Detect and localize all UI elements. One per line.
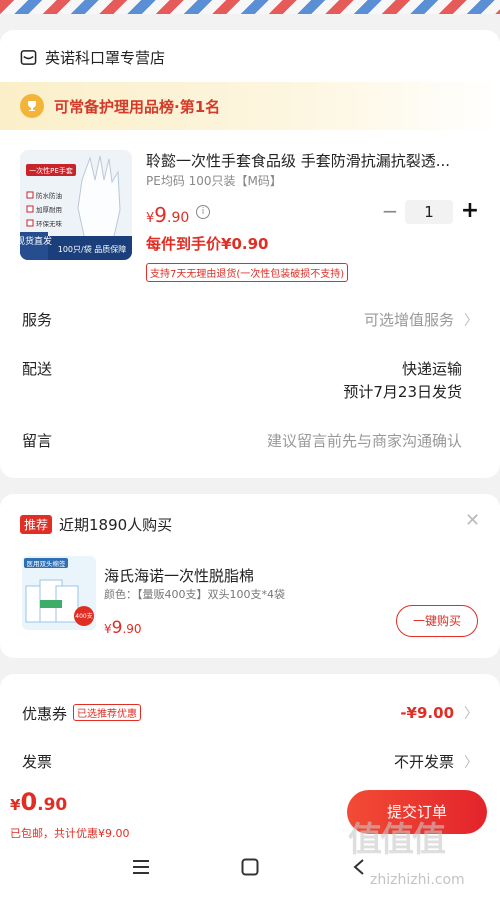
quantity-plus-button[interactable]: + [459,199,481,223]
recommendation-price-dec: .90 [122,622,142,636]
info-icon[interactable]: i [196,205,210,219]
chevron-right-icon: 〉 [464,313,478,329]
invoice-value: 不开发票 [393,753,454,771]
quantity-input[interactable]: 1 [405,200,453,224]
invoice-label: 发票 [22,753,53,771]
trophy-icon [20,94,44,118]
product-image-banner: 一次性PE手套 [29,166,73,175]
recommendation-price-int: 9 [111,618,123,638]
product-image-footer: 100只/袋 品质保障 [58,244,127,254]
delivery-label: 配送 [22,360,53,378]
watermark: 值值值 [348,820,446,860]
coupon-label: 优惠券 [22,705,68,723]
coupon-tag: 已选推荐优惠 [73,704,142,721]
recommendation-image[interactable]: 医用双头棉签 400支 [22,556,96,630]
return-policy-tag: 支持7天无理由退货(一次性包装破损不支持) [146,263,349,282]
quantity-minus-button[interactable]: − [380,200,400,224]
chevron-right-icon: 〉 [464,755,478,771]
product-price-dec: .90 [167,210,190,226]
rank-banner[interactable]: 可常备护理用品榜·第1名 [0,82,500,130]
delivery-value: 快递运输 [401,360,462,378]
store-name: 英诺科口罩专营店 [45,48,166,67]
service-row[interactable]: 可选增值服务〉 [364,309,478,330]
total-price-dec: .90 [37,795,68,815]
product-image-feature-2: 加厚耐用 [36,205,62,214]
total-price: ¥0.90 [10,788,67,816]
store-header[interactable]: 英诺科口罩专营店 [20,44,165,70]
store-icon [20,49,37,65]
message-input[interactable]: 建议留言前先与商家沟通确认 [267,430,462,451]
rank-text: 可常备护理用品榜·第1名 [54,97,221,116]
coupon-row-label: 优惠券 已选推荐优惠 [22,703,142,724]
delivery-date: 预计7月23日发货 [343,383,462,401]
home-icon[interactable] [241,858,259,880]
recommendation-image-banner: 医用双头棉签 [27,559,67,568]
recommendation-price-yen: ¥ [104,622,112,636]
total-price-int: 0 [20,788,38,816]
recommendation-title: 近期1890人购买 [59,516,173,534]
product-image-feature-3: 环保无味 [36,219,63,228]
recommendation-item-spec: 颜色：【量贩400支】双头100支*4袋 [104,588,285,601]
close-icon[interactable]: ✕ [465,510,480,531]
coupon-row[interactable]: -¥9.00 〉 [400,703,478,723]
product-image-feature-1: 防水防油 [36,191,62,200]
recommendation-image-badge: 400支 [75,612,92,620]
message-label: 留言 [22,432,53,450]
product-price-int: 9 [154,203,168,227]
unit-price: 每件到手价¥0.90 [146,235,269,253]
product-title[interactable]: 聆懿一次性手套食品级 手套防滑抗漏抗裂透... [146,150,476,171]
recommendation-price: ¥9.90 [104,618,142,638]
one-click-buy-button[interactable]: 一键购买 [396,605,478,637]
product-spec[interactable]: PE均码 100只装【M码】 [146,172,282,189]
chevron-right-icon: 〉 [464,706,478,722]
recommendation-item-name[interactable]: 海氏海诺一次性脱脂棉 [104,565,254,586]
coupon-value: -¥9.00 [400,704,454,722]
total-price-yen: ¥ [10,796,21,814]
recommend-badge: 推荐 [20,515,53,534]
menu-icon[interactable] [132,858,150,880]
product-image-tag: 现货直发 [20,235,52,247]
back-icon[interactable] [352,858,366,880]
service-label: 服务 [22,311,53,329]
watermark-site: zhizhizhi.com [370,872,465,888]
invoice-row[interactable]: 不开发票〉 [394,751,478,772]
service-value: 可选增值服务 [363,311,454,329]
product-image[interactable]: 一次性PE手套 防水防油 加厚耐用 环保无味 现货直发 100只/袋 品质保障 [20,150,132,260]
airmail-border [0,0,500,14]
total-note: 已包邮，共计优惠¥9.00 [10,827,130,840]
product-price: ¥9.90 [146,203,189,227]
